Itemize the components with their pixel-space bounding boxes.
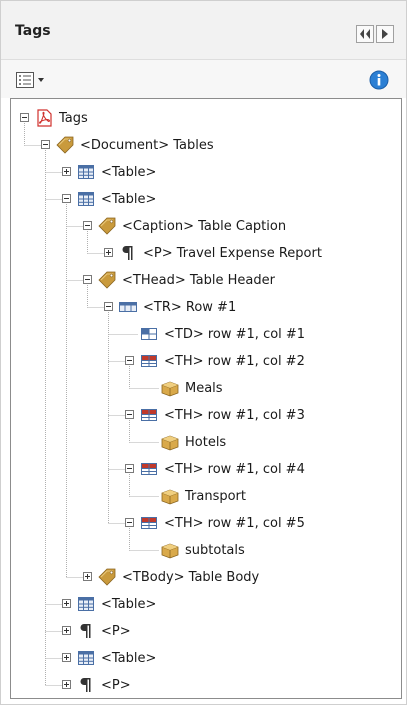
content-box-icon xyxy=(160,541,185,559)
tree-node-label: subtotals xyxy=(185,542,245,558)
tree-node[interactable]: Transport xyxy=(160,486,246,506)
tree-node[interactable]: <P> xyxy=(76,621,131,641)
tree-root-tags[interactable]: Tags xyxy=(34,108,88,128)
paragraph-icon xyxy=(118,244,143,262)
tree-node[interactable]: <TH> row #1, col #4 xyxy=(139,459,305,479)
tree-node[interactable]: <TR> Row #1 xyxy=(118,297,236,317)
expand-toggle[interactable] xyxy=(83,572,92,581)
tags-panel: Tags Tags <Document> Tables <Table> <Tab… xyxy=(0,0,407,705)
tree-node-label: <Table> xyxy=(101,596,157,612)
tree-node[interactable]: <P> xyxy=(76,675,131,695)
table-header-cell-icon xyxy=(139,460,164,478)
tree-node[interactable]: <TBody> Table Body xyxy=(97,567,259,587)
tree-node-label: <Table> xyxy=(101,164,157,180)
table-header-cell-icon xyxy=(139,514,164,532)
collapse-back-button[interactable] xyxy=(356,25,374,43)
paragraph-icon xyxy=(76,622,101,640)
forward-icon xyxy=(382,29,388,39)
tree-node-label: Transport xyxy=(185,488,247,504)
tree-node-label: <TH> row #1, col #5 xyxy=(164,515,305,531)
table-icon xyxy=(76,163,101,181)
tree-connector-lines xyxy=(24,123,159,686)
content-box-icon xyxy=(160,487,185,505)
table-icon xyxy=(76,190,101,208)
expand-toggle[interactable] xyxy=(62,680,71,689)
info-button[interactable] xyxy=(369,70,389,90)
tree-node-label: <P> Travel Expense Report xyxy=(143,245,322,261)
tag-icon xyxy=(97,568,122,586)
collapse-toggle[interactable] xyxy=(104,302,113,311)
tree-node-label: <Table> xyxy=(101,191,157,207)
tree-node[interactable]: <Table> xyxy=(76,162,156,182)
tree-node[interactable]: <Table> xyxy=(76,594,156,614)
tags-tree: Tags <Document> Tables <Table> <Table> <Capt… xyxy=(10,98,402,699)
back-icon xyxy=(360,29,370,39)
tree-node[interactable]: <Document> Tables xyxy=(55,135,214,155)
tree-node-label: <Document> Tables xyxy=(80,137,214,153)
tree-node-label: <TD> row #1, col #1 xyxy=(164,326,306,342)
tree-node-label: Hotels xyxy=(185,434,227,450)
panel-toolbar xyxy=(1,59,406,98)
tree-node-label: <THead> Table Header xyxy=(122,272,275,288)
expand-toggle[interactable] xyxy=(62,653,71,662)
table-header-cell-icon xyxy=(139,406,164,424)
expand-toggle[interactable] xyxy=(104,248,113,257)
tree-node-label: <TR> Row #1 xyxy=(143,299,237,315)
collapse-toggle[interactable] xyxy=(125,464,134,473)
tree-node[interactable]: <TH> row #1, col #2 xyxy=(139,351,305,371)
collapse-toggle[interactable] xyxy=(62,194,71,203)
tree-node[interactable]: <P> Travel Expense Report xyxy=(118,243,322,263)
collapse-toggle[interactable] xyxy=(83,275,92,284)
tree-node[interactable]: <THead> Table Header xyxy=(97,270,275,290)
content-box-icon xyxy=(160,433,185,451)
paragraph-icon xyxy=(76,676,101,694)
options-menu-button[interactable] xyxy=(15,70,49,90)
expand-toggle[interactable] xyxy=(62,626,71,635)
tree-node-label: <P> xyxy=(101,623,131,639)
tree-node[interactable]: <Table> xyxy=(76,648,156,668)
tree-node[interactable]: <Table> xyxy=(76,189,156,209)
expand-toggle[interactable] xyxy=(62,599,71,608)
tree-node-label: <TBody> Table Body xyxy=(122,569,260,585)
panel-header: Tags xyxy=(1,1,406,59)
pdf-tags-icon xyxy=(34,109,59,127)
table-cell-icon xyxy=(139,325,164,343)
panel-title: Tags xyxy=(15,23,51,39)
content-box-icon xyxy=(160,379,185,397)
collapse-toggle[interactable] xyxy=(83,221,92,230)
table-row-icon xyxy=(118,298,143,316)
table-icon xyxy=(76,649,101,667)
tree-node[interactable]: Hotels xyxy=(160,432,226,452)
tree-node-label: <P> xyxy=(101,677,131,693)
collapse-toggle[interactable] xyxy=(125,410,134,419)
collapse-toggle[interactable] xyxy=(125,356,134,365)
tag-icon xyxy=(97,217,122,235)
tree-node[interactable]: Meals xyxy=(160,378,223,398)
tree-node-label: <TH> row #1, col #2 xyxy=(164,353,305,369)
tree-node-label: <Table> xyxy=(101,650,157,666)
tree-node-label: <TH> row #1, col #4 xyxy=(164,461,305,477)
tree-node[interactable]: subtotals xyxy=(160,540,245,560)
tag-icon xyxy=(55,136,80,154)
options-menu-icon xyxy=(16,72,44,88)
collapse-toggle[interactable] xyxy=(20,113,29,122)
tree-node-label: Meals xyxy=(185,380,223,396)
table-header-cell-icon xyxy=(139,352,164,370)
tree-node[interactable]: <TH> row #1, col #3 xyxy=(139,405,305,425)
forward-button[interactable] xyxy=(376,25,394,43)
tree-node-label: <Caption> Table Caption xyxy=(122,218,287,234)
tree-node-label: <TH> row #1, col #3 xyxy=(164,407,305,423)
tree-node[interactable]: <TH> row #1, col #5 xyxy=(139,513,305,533)
expand-toggle[interactable] xyxy=(62,167,71,176)
tree-node-label: Tags xyxy=(59,110,88,126)
tree-node[interactable]: <Caption> Table Caption xyxy=(97,216,286,236)
info-icon xyxy=(369,70,389,90)
table-icon xyxy=(76,595,101,613)
collapse-toggle[interactable] xyxy=(125,518,134,527)
collapse-toggle[interactable] xyxy=(41,140,50,149)
tree-node[interactable]: <TD> row #1, col #1 xyxy=(139,324,305,344)
tag-icon xyxy=(97,271,122,289)
